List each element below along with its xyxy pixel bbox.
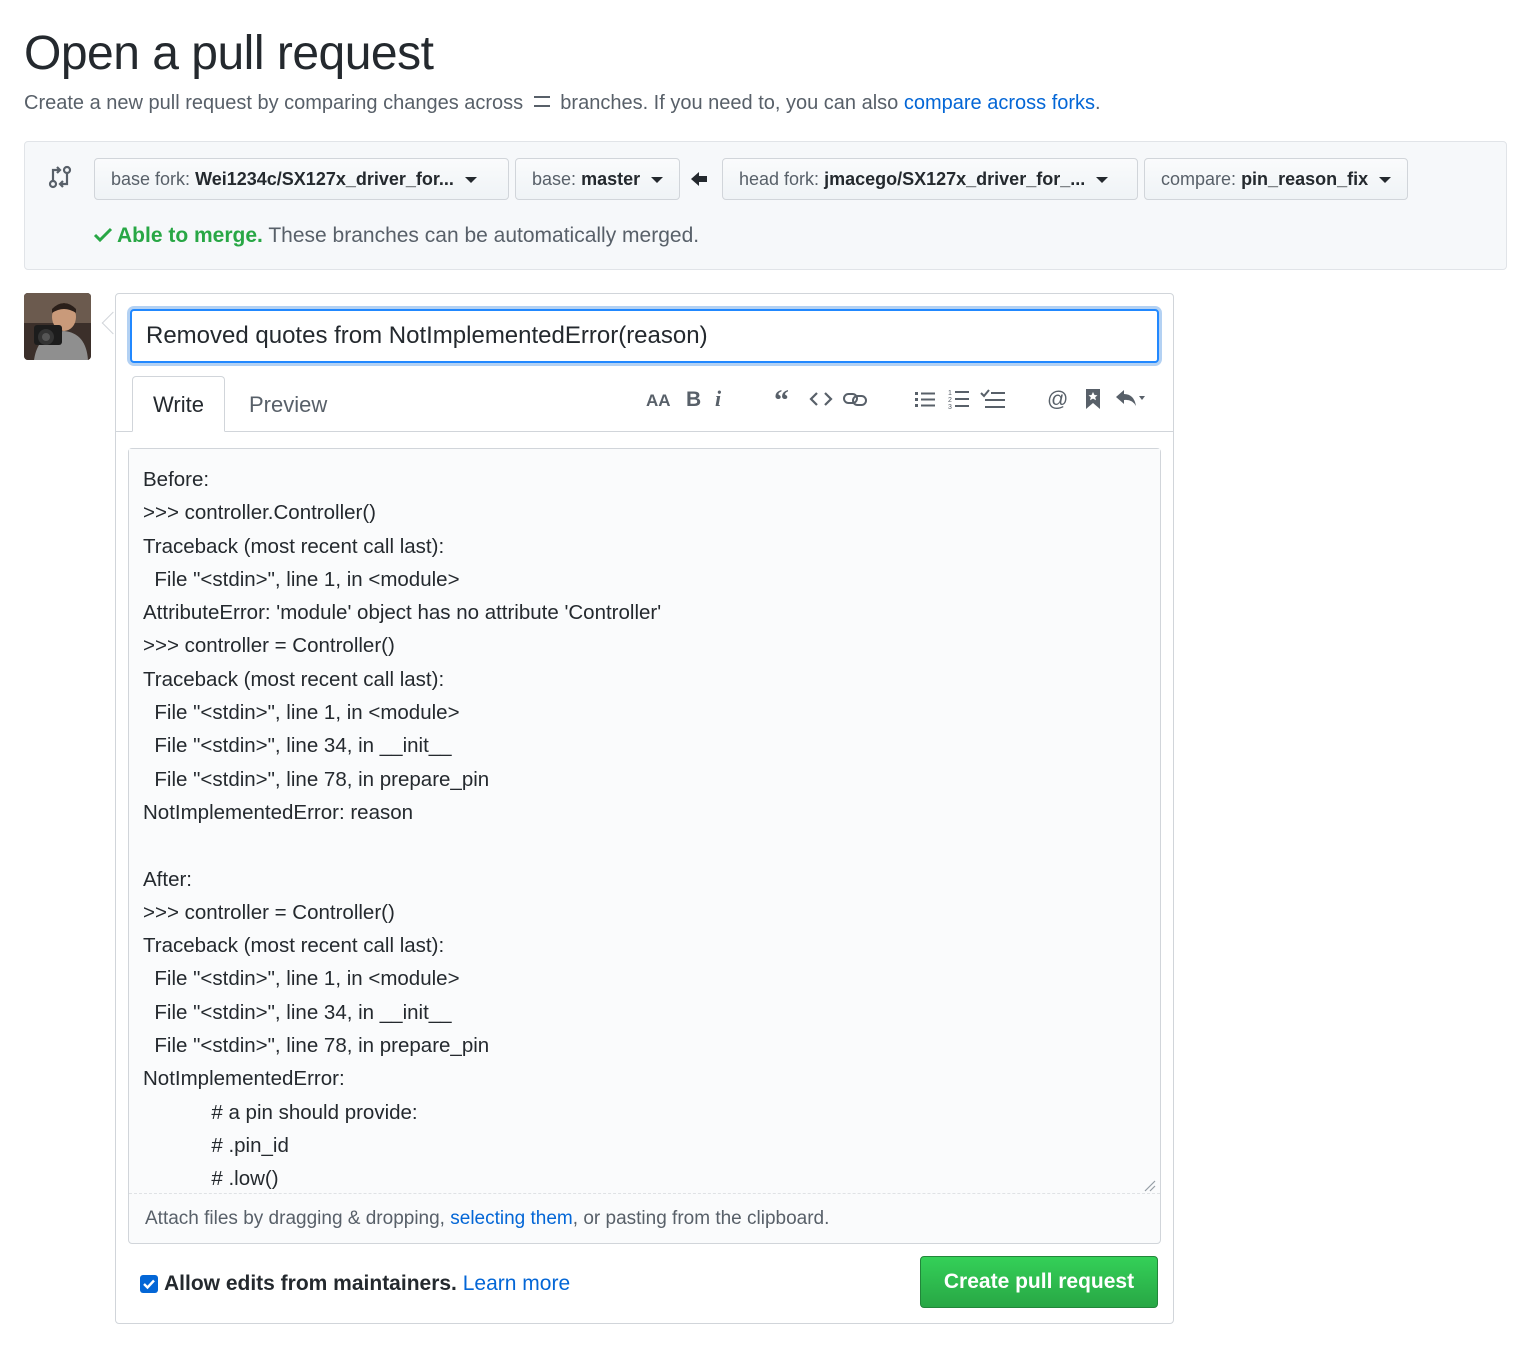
svg-text:AA: AA bbox=[646, 391, 671, 410]
compare-across-forks-link[interactable]: compare across forks bbox=[904, 92, 1095, 114]
caret-down-icon bbox=[1096, 177, 1109, 184]
tab-preview[interactable]: Preview bbox=[228, 376, 348, 432]
caret-down-icon bbox=[464, 177, 477, 184]
head-fork-value: jmacego/SX127x_driver_for_... bbox=[824, 169, 1086, 189]
attach-files-bar[interactable]: Attach files by dragging & dropping, sel… bbox=[129, 1195, 1160, 1243]
avatar[interactable] bbox=[24, 293, 91, 360]
svg-text:2: 2 bbox=[948, 397, 952, 404]
svg-text:i: i bbox=[715, 388, 722, 410]
head-fork-select[interactable]: head fork: jmacego/SX127x_driver_for_... bbox=[722, 158, 1138, 200]
svg-text:1: 1 bbox=[948, 390, 952, 397]
link-icon[interactable] bbox=[840, 384, 870, 414]
reply-icon[interactable] bbox=[1112, 384, 1152, 414]
unordered-list-icon[interactable] bbox=[910, 384, 940, 414]
svg-text:3: 3 bbox=[948, 404, 952, 410]
maintainer-edits-label: Allow edits from maintainers. bbox=[164, 1272, 457, 1295]
subtitle-end: . bbox=[1095, 92, 1101, 114]
svg-text:“: “ bbox=[774, 388, 789, 410]
attach-text: Attach files by dragging & dropping, bbox=[145, 1208, 445, 1229]
code-icon[interactable] bbox=[806, 384, 836, 414]
header-icon[interactable]: AA bbox=[642, 384, 676, 414]
pr-body-textarea[interactable] bbox=[129, 449, 1160, 1194]
maintainer-edits-checkbox[interactable] bbox=[140, 1275, 158, 1293]
pr-title-input[interactable] bbox=[130, 309, 1159, 363]
subtitle-text-2: branches. If you need to, you can also bbox=[560, 92, 899, 114]
git-compare-icon bbox=[47, 164, 73, 190]
subtitle-text: Create a new pull request by comparing c… bbox=[24, 92, 524, 114]
base-value: master bbox=[581, 169, 641, 189]
merge-detail-text: These branches can be automatically merg… bbox=[268, 224, 700, 247]
range-editor: base fork: Wei1234c/SX127x_driver_for...… bbox=[24, 141, 1507, 270]
ordered-list-icon[interactable]: 123 bbox=[944, 384, 974, 414]
base-fork-value: Wei1234c/SX127x_driver_for... bbox=[195, 169, 454, 189]
page-subtitle: Create a new pull request by comparing c… bbox=[24, 88, 1101, 118]
branches-icon bbox=[533, 88, 551, 118]
mention-icon[interactable]: @ bbox=[1044, 384, 1074, 414]
italic-icon[interactable]: i bbox=[704, 384, 734, 414]
compare-label: compare: bbox=[1161, 169, 1237, 189]
base-fork-label: base fork: bbox=[111, 169, 191, 189]
compare-value: pin_reason_fix bbox=[1241, 169, 1369, 189]
check-icon bbox=[93, 224, 113, 252]
arrow-left-icon bbox=[689, 170, 711, 188]
pull-request-form: Write Preview AA B i “ 123 @ bbox=[115, 293, 1174, 1324]
base-label: base: bbox=[532, 169, 577, 189]
compare-branch-select[interactable]: compare: pin_reason_fix bbox=[1144, 158, 1408, 200]
page-title: Open a pull request bbox=[24, 27, 434, 80]
create-pull-request-button[interactable]: Create pull request bbox=[920, 1256, 1158, 1308]
attach-text-2: , or pasting from the clipboard. bbox=[572, 1208, 830, 1229]
task-list-icon[interactable] bbox=[978, 384, 1008, 414]
base-branch-select[interactable]: base: master bbox=[515, 158, 680, 200]
learn-more-link[interactable]: Learn more bbox=[463, 1272, 570, 1295]
tab-write[interactable]: Write bbox=[132, 376, 225, 432]
resize-handle-icon[interactable] bbox=[1144, 1179, 1156, 1192]
quote-icon[interactable]: “ bbox=[770, 384, 800, 414]
tabs-divider bbox=[116, 431, 1173, 432]
merge-status: Able to merge. These branches can be aut… bbox=[93, 222, 699, 252]
svg-text:B: B bbox=[686, 388, 701, 410]
head-fork-label: head fork: bbox=[739, 169, 820, 189]
caret-down-icon bbox=[651, 177, 664, 184]
comment-editor: Attach files by dragging & dropping, sel… bbox=[128, 448, 1161, 1244]
maintainer-edits-option: Allow edits from maintainers. Learn more bbox=[140, 1269, 570, 1299]
select-files-link[interactable]: selecting them bbox=[450, 1208, 573, 1229]
caret-down-icon bbox=[1379, 177, 1392, 184]
saved-reply-icon[interactable] bbox=[1078, 384, 1108, 414]
merge-ok-text: Able to merge. bbox=[117, 224, 263, 247]
base-fork-select[interactable]: base fork: Wei1234c/SX127x_driver_for... bbox=[94, 158, 509, 200]
svg-text:@: @ bbox=[1047, 388, 1068, 411]
